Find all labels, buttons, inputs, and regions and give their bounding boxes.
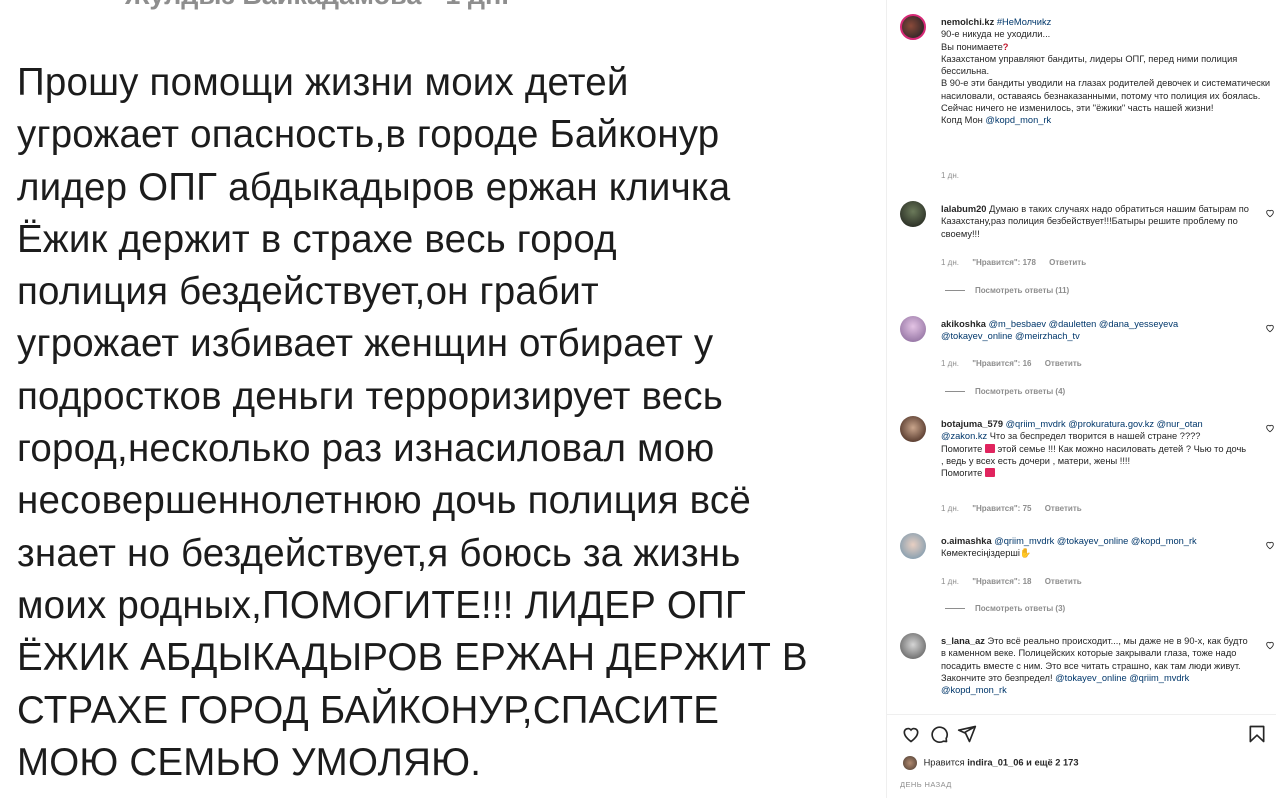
comments-panel: nemolchi.kz #НеМолчиkz 90-е никуда не ух…: [886, 0, 1276, 798]
caption-hashtag[interactable]: #НеМолчиkz: [997, 17, 1051, 27]
comment-username[interactable]: s_lana_az: [941, 636, 985, 646]
comment-mentions[interactable]: @qriim_mvdrk @tokayev_online @kopd_mon_r…: [994, 536, 1196, 546]
caption-mention[interactable]: @kopd_mon_rk: [985, 115, 1051, 125]
post-date: ДЕНЬ НАЗАД: [900, 780, 952, 789]
reply-button[interactable]: Ответить: [1045, 577, 1082, 586]
post-image: Жулдыз Байкадамова · 1 дн. Прошу помощи …: [0, 0, 886, 798]
commenter-avatar[interactable]: [900, 533, 926, 559]
liker-username[interactable]: indira_01_06: [967, 757, 1023, 767]
comment-text: Көмектесіңіздерші: [941, 548, 1020, 559]
commenter-avatar[interactable]: [900, 416, 926, 442]
post-image-author: Жулдыз Байкадамова · 1 дн.: [125, 0, 509, 11]
view-replies-button[interactable]: Посмотреть ответы (11): [945, 286, 1069, 295]
caption-line: Сейчас ничего не изменилось, эти "ёжики"…: [941, 103, 1214, 114]
comment-meta: 1 дн. "Нравится": 18 Ответить: [941, 577, 1082, 586]
comment-bubble-icon[interactable]: [929, 724, 949, 744]
reply-button[interactable]: Ответить: [1045, 504, 1082, 513]
comment-meta: 1 дн. "Нравится": 16 Ответить: [941, 359, 1082, 368]
comment-username[interactable]: o.aimashka: [941, 536, 992, 546]
like-heart-icon[interactable]: [1265, 423, 1275, 433]
liker-avatar: [903, 756, 917, 770]
comment-likes[interactable]: "Нравится": 178: [972, 258, 1036, 267]
comment-meta: 1 дн. "Нравится": 75 Ответить: [941, 504, 1082, 513]
bookmark-icon[interactable]: [1247, 724, 1267, 744]
comment: o.aimashka @qriim_mvdrk @tokayev_online …: [941, 535, 1251, 560]
like-heart-icon[interactable]: [1265, 208, 1275, 218]
commenter-avatar[interactable]: [900, 316, 926, 342]
comment-username[interactable]: akikoshka: [941, 319, 986, 329]
comment: akikoshka @m_besbaev @dauletten @dana_ye…: [941, 318, 1251, 343]
caption-time: 1 дн.: [941, 171, 959, 180]
post-image-text: Прошу помощи жизни моих детей угрожает о…: [17, 61, 808, 784]
author-avatar[interactable]: [900, 14, 926, 40]
caption-username[interactable]: nemolchi.kz: [941, 17, 994, 27]
commenter-avatar[interactable]: [900, 633, 926, 659]
clapping-emoji-icon: ✋: [1019, 548, 1032, 559]
comment-text: Помогите: [941, 468, 983, 479]
comment: botajuma_579 @qriim_mvdrk @prokuratura.g…: [941, 418, 1251, 479]
share-paper-plane-icon[interactable]: [957, 724, 977, 744]
comment-username[interactable]: botajuma_579: [941, 419, 1003, 429]
comment-text: Помогите: [941, 443, 983, 454]
like-heart-icon[interactable]: [901, 724, 921, 744]
likes-summary[interactable]: Нравится indira_01_06 и ещё 2 173: [903, 756, 1079, 770]
comment-meta: 1 дн. "Нравится": 178 Ответить: [941, 258, 1087, 267]
question-emoji-icon: ?: [1002, 41, 1009, 52]
comment-likes[interactable]: "Нравится": 75: [972, 504, 1031, 513]
caption: nemolchi.kz #НеМолчиkz 90-е никуда не ух…: [941, 16, 1271, 127]
reply-button[interactable]: Ответить: [1049, 258, 1086, 267]
caption-line: Копд Мон: [941, 115, 983, 126]
comment-likes[interactable]: "Нравится": 18: [972, 577, 1031, 586]
like-heart-icon[interactable]: [1265, 640, 1275, 650]
commenter-avatar[interactable]: [900, 201, 926, 227]
caption-line: 90-е никуда не уходили...: [941, 29, 1051, 40]
like-heart-icon[interactable]: [1265, 323, 1275, 333]
post-actions: Нравится indira_01_06 и ещё 2 173 ДЕНЬ Н…: [887, 714, 1276, 798]
comment-text: Что за беспредел творится в нашей стране…: [989, 431, 1201, 442]
comment: lalabum20 Думаю в таких случаях надо обр…: [941, 203, 1251, 240]
view-replies-button[interactable]: Посмотреть ответы (4): [945, 387, 1065, 396]
comment-likes[interactable]: "Нравится": 16: [972, 359, 1031, 368]
comment: s_lana_az Это всё реально происходит...,…: [941, 635, 1251, 696]
caption-line: В 90-е эти бандиты уводили на глазах род…: [941, 78, 1271, 101]
comment-text: Думаю в таких случаях надо обратиться на…: [941, 204, 1249, 239]
sos-emoji-icon: [984, 468, 995, 478]
view-replies-button[interactable]: Посмотреть ответы (3): [945, 604, 1065, 613]
sos-emoji-icon: [984, 443, 995, 453]
like-heart-icon[interactable]: [1265, 540, 1275, 550]
caption-line: Казахстаном управляют бандиты, лидеры ОП…: [941, 53, 1238, 77]
caption-line: Вы понимаете: [941, 41, 1003, 52]
comment-username[interactable]: lalabum20: [941, 204, 986, 214]
reply-button[interactable]: Ответить: [1045, 359, 1082, 368]
